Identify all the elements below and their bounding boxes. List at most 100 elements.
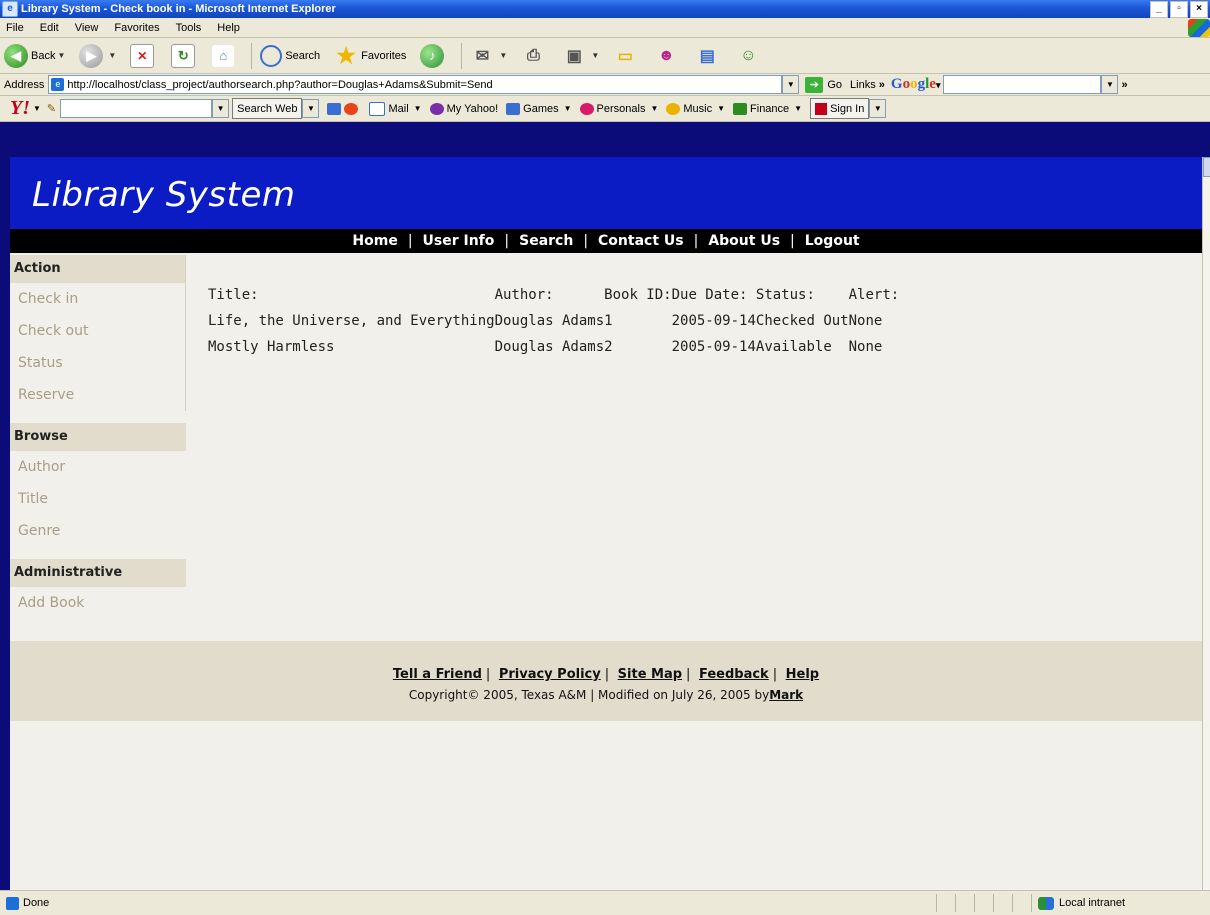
sidebar-item-author[interactable]: Author — [10, 451, 186, 483]
popup-blocker-icon — [327, 102, 342, 115]
sidebar-item-status[interactable]: Status — [10, 347, 185, 379]
yahoo-logo[interactable]: Y! — [10, 97, 30, 120]
windows-logo-icon — [1188, 18, 1210, 37]
links-button[interactable]: Links » — [850, 79, 885, 91]
sidebar-item-reserve[interactable]: Reserve — [10, 379, 185, 411]
personals-button[interactable]: Personals ▼ — [579, 102, 659, 115]
personals-dropdown-icon: ▼ — [650, 104, 659, 113]
minimize-button[interactable]: _ — [1150, 0, 1168, 18]
copyright-text: Copyright© 2005, Texas A&M | Modified on… — [10, 688, 1202, 702]
games-button[interactable]: Games ▼ — [506, 102, 572, 115]
author-link[interactable]: Mark — [769, 688, 803, 702]
site-title: Library System — [32, 175, 296, 215]
cell-alert: None — [848, 313, 883, 329]
forward-button[interactable]: ▶ ▼ — [75, 41, 120, 71]
forward-dropdown-icon[interactable]: ▼ — [108, 51, 116, 60]
nav-user-info[interactable]: User Info — [423, 233, 495, 249]
nav-about-us[interactable]: About Us — [708, 233, 780, 249]
menu-edit[interactable]: Edit — [32, 22, 67, 34]
yahoo-search-dropdown[interactable]: ▼ — [212, 99, 230, 118]
back-button[interactable]: ◀ Back ▼ — [0, 41, 69, 71]
refresh-button[interactable]: ↻ — [167, 41, 202, 71]
google-dropdown-button[interactable]: ▼ — [1101, 75, 1119, 94]
contacts-icon: ☺ — [740, 46, 757, 64]
stop-button[interactable]: ✕ — [126, 41, 161, 71]
go-button[interactable]: ➔ Go — [805, 76, 842, 93]
popup-blocker-button[interactable] — [327, 102, 361, 115]
ie-app-icon: e — [2, 1, 18, 17]
print-button[interactable]: ⎙ — [517, 41, 552, 71]
music-dropdown-icon: ▼ — [717, 104, 726, 113]
footer-link-privacy-policy[interactable]: Privacy Policy — [499, 667, 601, 682]
security-zone: Local intranet — [1031, 894, 1210, 912]
cell-status: Available — [755, 339, 832, 355]
finance-dropdown-icon: ▼ — [794, 104, 803, 113]
sidebar: Action Check in Check out Status Reserve… — [10, 255, 186, 631]
nav-contact-us[interactable]: Contact Us — [598, 233, 684, 249]
menu-favorites[interactable]: Favorites — [106, 22, 167, 34]
music-button[interactable]: Music ▼ — [666, 102, 726, 115]
back-label: Back — [31, 49, 56, 62]
music-label: Music — [683, 102, 713, 115]
sign-in-dropdown[interactable]: ▼ — [869, 99, 887, 118]
notes-button[interactable]: ▭ — [609, 41, 644, 71]
address-dropdown-button[interactable]: ▼ — [782, 75, 800, 94]
finance-button[interactable]: Finance ▼ — [733, 102, 803, 115]
sign-in-icon — [815, 102, 828, 115]
nav-home[interactable]: Home — [352, 233, 397, 249]
pencil-icon[interactable]: ✎ — [47, 102, 56, 115]
research-button[interactable]: ▤ — [691, 41, 726, 71]
nav-logout[interactable]: Logout — [805, 233, 860, 249]
maximize-button[interactable]: ▫ — [1170, 0, 1188, 18]
vertical-scrollbar[interactable] — [1202, 157, 1210, 890]
table-header-row: Title: Author: Book ID: Due Date: Status… — [208, 282, 899, 308]
menu-view[interactable]: View — [67, 22, 107, 34]
my-yahoo-button[interactable]: My Yahoo! — [429, 102, 498, 115]
google-toolbar-chevron-icon[interactable]: » — [1121, 79, 1127, 91]
nav-search[interactable]: Search — [519, 233, 573, 249]
footer-link-help[interactable]: Help — [786, 667, 819, 682]
yahoo-toolbar: Y! ▼ ✎ ▼ Search Web ▼ Mail ▼ My Yahoo! Ga… — [0, 96, 1210, 122]
sidebar-item-check-out[interactable]: Check out — [10, 315, 185, 347]
yahoo-menu-icon[interactable]: ▼ — [33, 104, 41, 113]
messenger-button[interactable]: ☻ — [650, 41, 685, 71]
menu-file[interactable]: File — [0, 22, 32, 34]
links-chevron-icon: » — [878, 78, 885, 91]
edit-dropdown-icon[interactable]: ▼ — [591, 51, 599, 60]
footer-link-site-map[interactable]: Site Map — [618, 667, 682, 682]
stop-icon: ✕ — [130, 43, 155, 68]
google-logo[interactable]: Google▾ — [891, 76, 941, 93]
sidebar-item-genre[interactable]: Genre — [10, 515, 186, 547]
yahoo-search-input[interactable] — [60, 99, 213, 118]
edit-button[interactable]: ▣ ▼ — [558, 41, 603, 71]
page-icon: e — [51, 78, 65, 91]
site-footer: Tell a Friend | Privacy Policy | Site Map |… — [10, 641, 1202, 721]
back-dropdown-icon[interactable]: ▼ — [57, 51, 65, 60]
search-button[interactable]: Search — [256, 41, 324, 71]
forward-arrow-icon: ▶ — [79, 43, 104, 68]
close-button[interactable]: × — [1190, 0, 1208, 18]
contacts-button[interactable]: ☺ — [732, 41, 767, 71]
cell-due-date: 2005-09-14 — [671, 339, 756, 355]
sidebar-item-check-in[interactable]: Check in — [10, 283, 185, 315]
search-web-button[interactable]: Search Web — [232, 98, 303, 119]
favorites-button[interactable]: ★ Favorites — [330, 41, 410, 71]
footer-link-tell-a-friend[interactable]: Tell a Friend — [393, 667, 482, 682]
search-web-dropdown[interactable]: ▼ — [302, 99, 320, 118]
scrollbar-thumb[interactable] — [1203, 157, 1210, 177]
page-status-icon — [6, 896, 19, 910]
sidebar-item-add-book[interactable]: Add Book — [10, 587, 186, 619]
home-button[interactable]: ⌂ — [208, 41, 241, 71]
yahoo-mail-button[interactable]: Mail ▼ — [369, 101, 422, 116]
menu-help[interactable]: Help — [209, 22, 248, 34]
search-icon — [260, 44, 283, 67]
address-input[interactable]: e http://localhost/class_project/authors… — [48, 75, 783, 94]
media-button[interactable]: ♪ — [416, 41, 451, 71]
sidebar-item-title[interactable]: Title — [10, 483, 186, 515]
sign-in-button[interactable]: Sign In — [810, 98, 870, 119]
menu-tools[interactable]: Tools — [168, 22, 210, 34]
footer-link-feedback[interactable]: Feedback — [699, 667, 769, 682]
mail-dropdown-icon[interactable]: ▼ — [499, 51, 507, 60]
google-search-input[interactable] — [943, 75, 1102, 94]
mail-button[interactable]: ✉ ▼ — [466, 41, 511, 71]
